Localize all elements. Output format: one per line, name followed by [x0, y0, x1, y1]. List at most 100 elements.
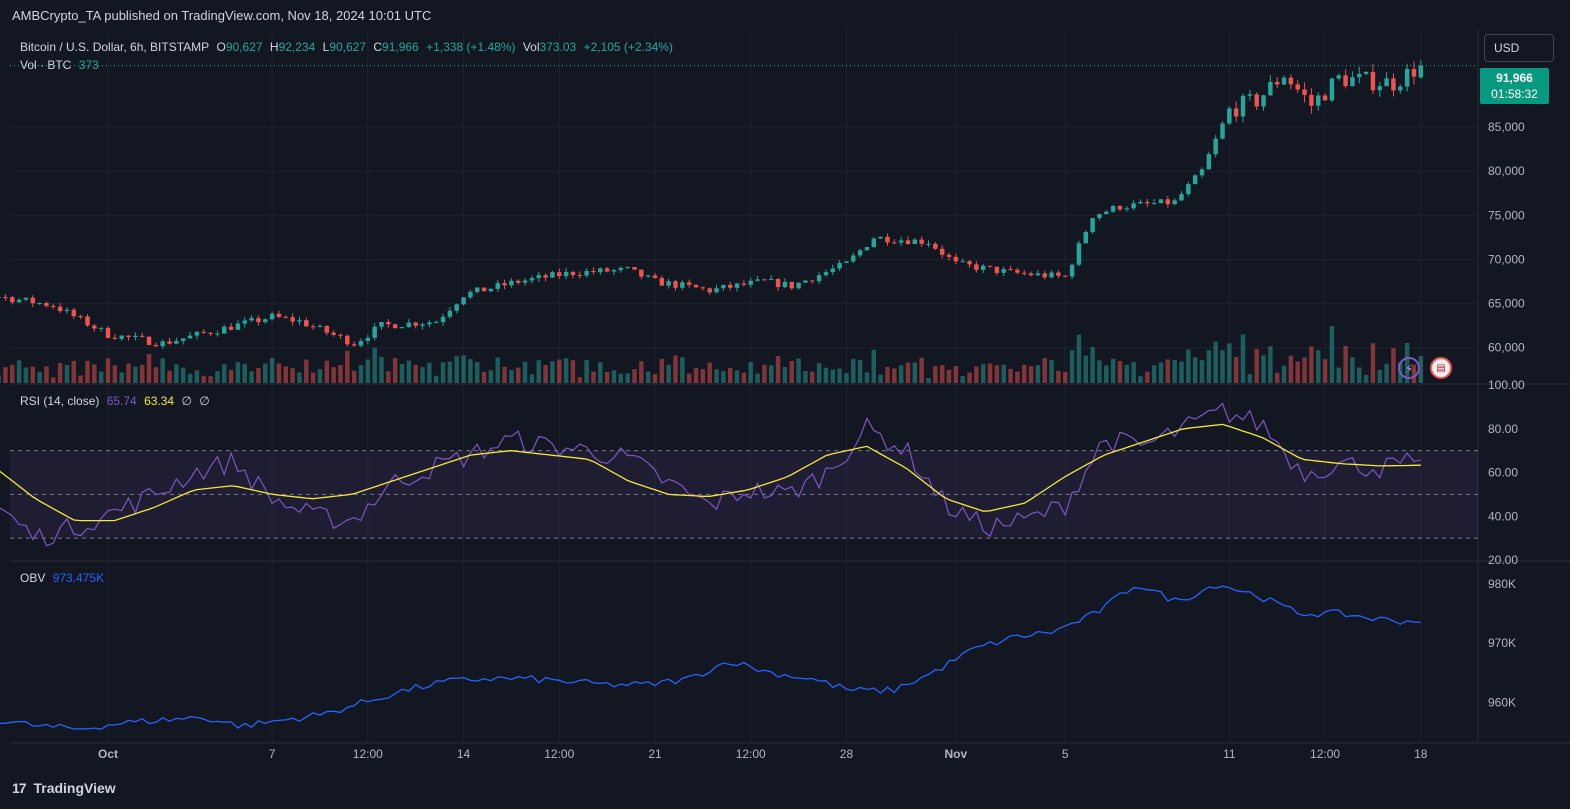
candle-body [1131, 203, 1136, 209]
candle-body [864, 247, 870, 251]
volume-bar [1370, 343, 1376, 383]
time-tick-label: 28 [840, 747, 854, 761]
volume-bar [324, 360, 330, 383]
tradingview-brand[interactable]: 17 TradingView [12, 780, 116, 796]
last-price-value: 91,966 [1496, 71, 1533, 85]
volume-bar [1001, 364, 1006, 383]
volume-bar [468, 359, 473, 383]
candle-body [1240, 95, 1246, 117]
volume-bar [844, 373, 849, 383]
volume-bar [1097, 360, 1102, 383]
volume-bar [618, 373, 624, 383]
candle-body [939, 248, 945, 255]
volume-bar [153, 367, 159, 383]
volume-bar [912, 362, 918, 383]
candle-body [1274, 81, 1280, 85]
rsi-extra-1: ∅ [181, 394, 192, 408]
candle-body [1056, 272, 1061, 276]
volume-bar [1151, 365, 1157, 383]
volume-bar [1281, 365, 1287, 383]
candle-body [557, 272, 562, 277]
volume-bar [857, 360, 863, 383]
volume-bar [919, 357, 924, 383]
rsi-tick-label: 60.00 [1488, 466, 1518, 480]
us-flag-icon[interactable]: ▤ [1430, 357, 1452, 379]
candle-body [1138, 201, 1143, 204]
volume-bar [98, 371, 104, 383]
volume-bar [1131, 362, 1136, 383]
volume-bar [885, 366, 890, 383]
candle-body [659, 277, 665, 286]
time-tick-label: 18 [1414, 747, 1428, 761]
obv-label[interactable]: OBV [20, 571, 45, 585]
volume-bar [1069, 350, 1075, 383]
volume-bar [1008, 368, 1013, 383]
volume-bar [263, 363, 268, 383]
candle-body [98, 327, 104, 329]
price-tick-label: 80,000 [1488, 164, 1525, 178]
volume-bar [1172, 360, 1177, 383]
candle-body [946, 254, 952, 257]
volume-bar [1336, 367, 1341, 383]
candle-body [892, 242, 897, 244]
volume-legend: Vol · BTC 373 [20, 58, 103, 72]
volume-bar [584, 359, 589, 383]
time-tick-label: 5 [1062, 747, 1069, 761]
time-tick-label: 12:00 [353, 747, 383, 761]
volume-bar [782, 366, 788, 383]
lightning-icon[interactable]: ⚡ [1398, 357, 1420, 379]
volume-bar [420, 367, 425, 383]
volume-bar [1015, 371, 1020, 383]
candle-body [1083, 231, 1088, 244]
candle-body [112, 337, 118, 339]
volume-label[interactable]: Vol · BTC [20, 58, 71, 72]
volume-bar [871, 349, 877, 383]
candle-body [1110, 206, 1116, 212]
candle-body [495, 283, 500, 289]
candle-body [1124, 208, 1130, 210]
volume-bar [639, 361, 644, 383]
candle-body [1035, 273, 1041, 276]
candle-body [1411, 69, 1417, 77]
candle-body [680, 282, 685, 288]
volume-bar [967, 372, 972, 383]
candle-body [618, 267, 624, 270]
candle-body [1370, 71, 1376, 91]
chart-canvas[interactable]: 60,000 65,000 70,000 75,000 80,000 85,000 Oct 7… [0, 0, 1570, 809]
candle-body [666, 281, 671, 286]
candle-body [926, 243, 931, 245]
volume-bar [905, 362, 911, 383]
volume-bar [714, 369, 719, 383]
tradingview-logo-icon: 17 [12, 780, 27, 796]
candle-body [748, 280, 753, 285]
candle-body [1302, 89, 1307, 95]
volume-bar [475, 362, 480, 383]
candle-body [71, 309, 77, 317]
volume-bar [789, 360, 794, 383]
candle-body [700, 287, 706, 289]
volume-bar [570, 360, 576, 383]
volume-bar [119, 372, 124, 383]
candle-body [1363, 71, 1369, 74]
volume-bar [1233, 356, 1239, 383]
candle-body [16, 299, 22, 303]
candle-body [1172, 200, 1177, 205]
candle-body [406, 322, 412, 328]
currency-button[interactable]: USD [1484, 34, 1554, 62]
candle-body [475, 287, 480, 292]
candle-body [871, 238, 877, 248]
candle-body [591, 270, 596, 273]
candle-body [734, 283, 740, 288]
volume-bar [1049, 360, 1054, 383]
volume-bar [283, 366, 288, 383]
volume-bar [427, 362, 432, 383]
candle-body [345, 335, 350, 345]
low-value: 90,627 [329, 40, 367, 54]
candle-body [433, 322, 439, 324]
candle-body [837, 262, 842, 269]
candle-body [392, 324, 398, 329]
rsi-label[interactable]: RSI (14, close) [20, 394, 99, 408]
symbol-label[interactable]: Bitcoin / U.S. Dollar, 6h, BITSTAMP [20, 40, 209, 54]
candle-body [1192, 175, 1198, 185]
volume-bar [987, 363, 993, 383]
